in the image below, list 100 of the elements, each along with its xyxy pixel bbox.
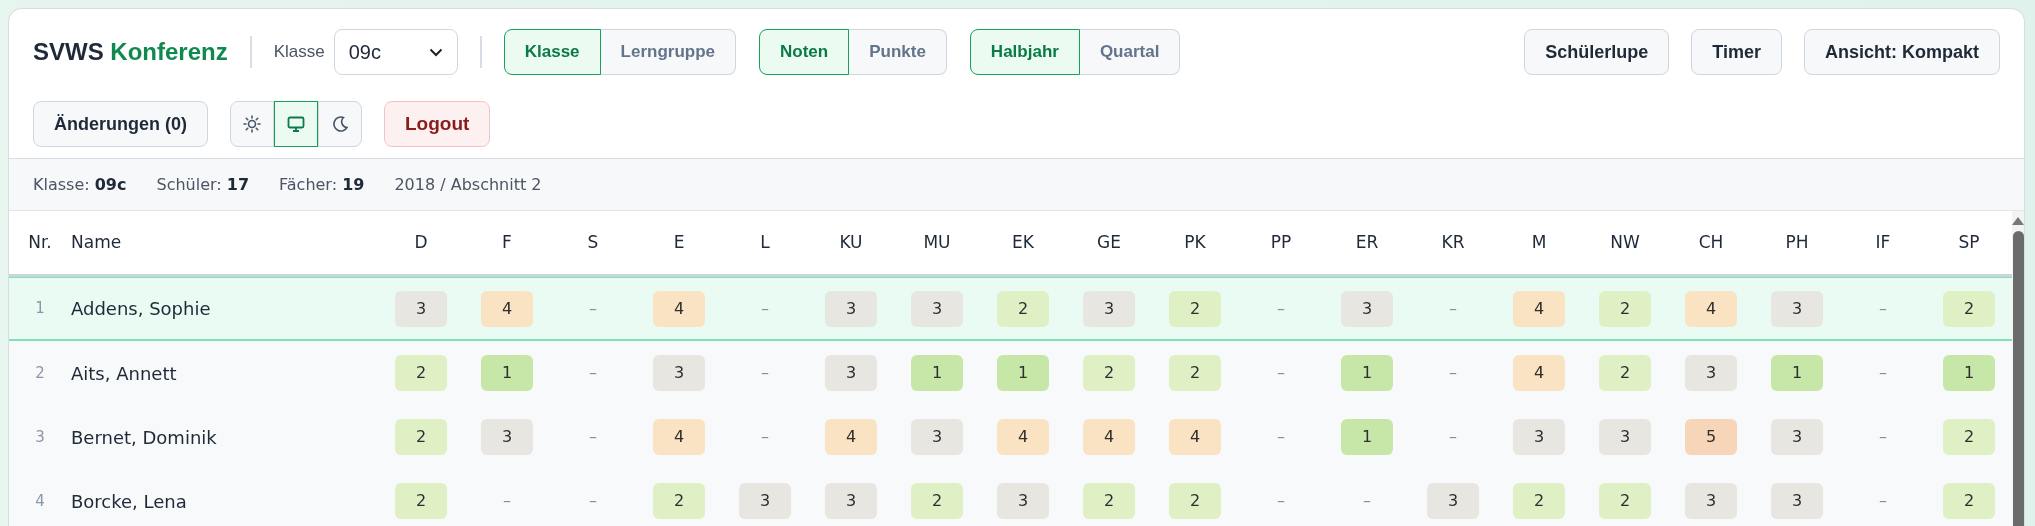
grade-badge[interactable]: 2 (1599, 483, 1651, 519)
grade-badge[interactable]: 2 (395, 483, 447, 519)
grade-badge[interactable]: 3 (825, 355, 877, 391)
grade-badge[interactable]: 2 (1599, 290, 1651, 327)
empty-grade: – (589, 490, 597, 512)
changes-button[interactable]: Änderungen (0) (33, 101, 208, 147)
column-header: Name (71, 230, 123, 254)
grade-badge[interactable]: 3 (653, 355, 705, 391)
monitor-icon (287, 115, 305, 133)
student-name: Aits, Annett (71, 361, 178, 386)
grade-badge[interactable]: 1 (1771, 355, 1823, 391)
grade-badge[interactable]: 2 (1083, 355, 1135, 391)
grade-badge[interactable]: 2 (1943, 483, 1995, 519)
logout-button[interactable]: Logout (384, 101, 491, 147)
column-header: PP (1269, 230, 1293, 254)
class-label: Klasse (273, 41, 325, 64)
toolbar-button[interactable]: Timer (1691, 29, 1782, 75)
column-header: GE (1096, 230, 1122, 254)
grade-badge[interactable]: 2 (395, 355, 447, 391)
grade-badge[interactable]: 4 (1083, 419, 1135, 455)
app-title: SVWS Konferenz (33, 37, 228, 67)
grade-badge[interactable]: 4 (1513, 290, 1565, 327)
grade-badge[interactable]: 5 (1685, 419, 1737, 455)
grade-badge[interactable]: 3 (1427, 483, 1479, 519)
grade-badge[interactable]: 2 (1169, 290, 1221, 327)
grade-badge[interactable]: 4 (653, 419, 705, 455)
grade-badge[interactable]: 3 (481, 419, 533, 455)
column-header: D (413, 230, 429, 254)
toolbar-button[interactable]: Ansicht: Kompakt (1804, 29, 2000, 75)
toggle-button[interactable]: Klasse (503, 29, 601, 75)
grade-badge[interactable]: 2 (395, 419, 447, 455)
grade-badge[interactable]: 3 (997, 483, 1049, 519)
empty-grade: – (1449, 297, 1457, 320)
grade-badge[interactable]: 4 (825, 419, 877, 455)
grade-badge[interactable]: 4 (1169, 419, 1221, 455)
scrollbar-thumb[interactable] (2012, 231, 2024, 526)
table-row[interactable]: 3 Bernet, Dominik 2 3 – 4 – 4 3 4 4 4 – 1 – 3 3 5 3 – 2 (9, 405, 2012, 469)
toggle-button[interactable]: Lerngruppe (600, 29, 736, 75)
grade-badge[interactable]: 3 (1685, 483, 1737, 519)
grade-badge[interactable]: 3 (1513, 419, 1565, 455)
column-header: E (672, 230, 686, 254)
grade-badge[interactable]: 1 (1341, 419, 1393, 455)
grade-badge[interactable]: 2 (1169, 483, 1221, 519)
grade-badge[interactable]: 3 (1083, 290, 1135, 327)
toggle-button[interactable]: Halbjahr (969, 29, 1080, 75)
empty-grade: – (1277, 426, 1285, 448)
table-row[interactable]: 4 Borcke, Lena 2 – – 2 3 3 2 3 2 2 – – 3 2 2 3 3 – 2 (9, 469, 2012, 526)
grade-badge[interactable]: 2 (1943, 290, 1995, 327)
grade-badge[interactable]: 1 (1943, 355, 1995, 391)
grade-badge[interactable]: 1 (1341, 355, 1393, 391)
grade-badge[interactable]: 3 (395, 290, 447, 327)
grade-badge[interactable]: 1 (997, 355, 1049, 391)
grade-badge[interactable]: 4 (653, 290, 705, 327)
toolbar-button[interactable]: Schülerlupe (1524, 29, 1670, 75)
column-header: ER (1354, 230, 1380, 254)
grade-badge[interactable]: 3 (1685, 355, 1737, 391)
grade-badge[interactable]: 2 (1943, 419, 1995, 455)
empty-grade: – (1277, 362, 1285, 384)
toggle-button[interactable]: Noten (759, 29, 850, 75)
grade-badge[interactable]: 3 (1771, 483, 1823, 519)
row-number: 4 (34, 490, 46, 512)
grade-badge[interactable]: 3 (825, 483, 877, 519)
grade-badge[interactable]: 2 (1169, 355, 1221, 391)
empty-grade: – (761, 362, 769, 384)
table-row[interactable]: 2 Aits, Annett 2 1 – 3 – 3 1 1 2 2 – 1 – 4 2 3 1 – 1 (9, 341, 2012, 405)
grade-badge[interactable]: 3 (1341, 290, 1393, 327)
grade-badge[interactable]: 3 (1771, 419, 1823, 455)
theme-button[interactable] (274, 101, 318, 147)
row-number: 2 (34, 362, 46, 384)
grade-badge[interactable]: 4 (1513, 355, 1565, 391)
grade-badge[interactable]: 3 (1771, 290, 1823, 327)
grade-badge[interactable]: 3 (911, 419, 963, 455)
grade-badge[interactable]: 3 (739, 483, 791, 519)
grade-badge[interactable]: 4 (481, 290, 533, 327)
empty-grade: – (761, 426, 769, 448)
grade-badge[interactable]: 2 (1513, 483, 1565, 519)
grade-badge[interactable]: 1 (481, 355, 533, 391)
table-row[interactable]: 1 Addens, Sophie 3 4 – 4 – 3 3 2 3 2 – 3 – 4 2 4 3 – 2 (9, 277, 2012, 341)
empty-grade: – (589, 362, 597, 384)
grade-badge[interactable]: 2 (653, 483, 705, 519)
grade-badge[interactable]: 2 (1599, 355, 1651, 391)
empty-grade: – (1449, 362, 1457, 384)
column-header: S (586, 230, 600, 254)
grade-badge[interactable]: 3 (911, 290, 963, 327)
column-header: SP (1957, 230, 1981, 254)
grade-badge[interactable]: 2 (997, 290, 1049, 327)
column-header: IF (1874, 230, 1892, 254)
grade-badge[interactable]: 3 (825, 290, 877, 327)
class-select[interactable]: 09c (333, 29, 458, 75)
grade-badge[interactable]: 2 (911, 483, 963, 519)
toggle-button[interactable]: Quartal (1079, 29, 1181, 75)
grade-badge[interactable]: 3 (1599, 419, 1651, 455)
toggle-button[interactable]: Punkte (849, 29, 947, 75)
grade-badge[interactable]: 4 (1685, 290, 1737, 327)
grade-badge[interactable]: 1 (911, 355, 963, 391)
scroll-up-icon[interactable] (2012, 217, 2024, 225)
grade-badge[interactable]: 4 (997, 419, 1049, 455)
column-header: CH (1697, 230, 1725, 254)
grade-badge[interactable]: 2 (1083, 483, 1135, 519)
empty-grade: – (1879, 490, 1887, 512)
